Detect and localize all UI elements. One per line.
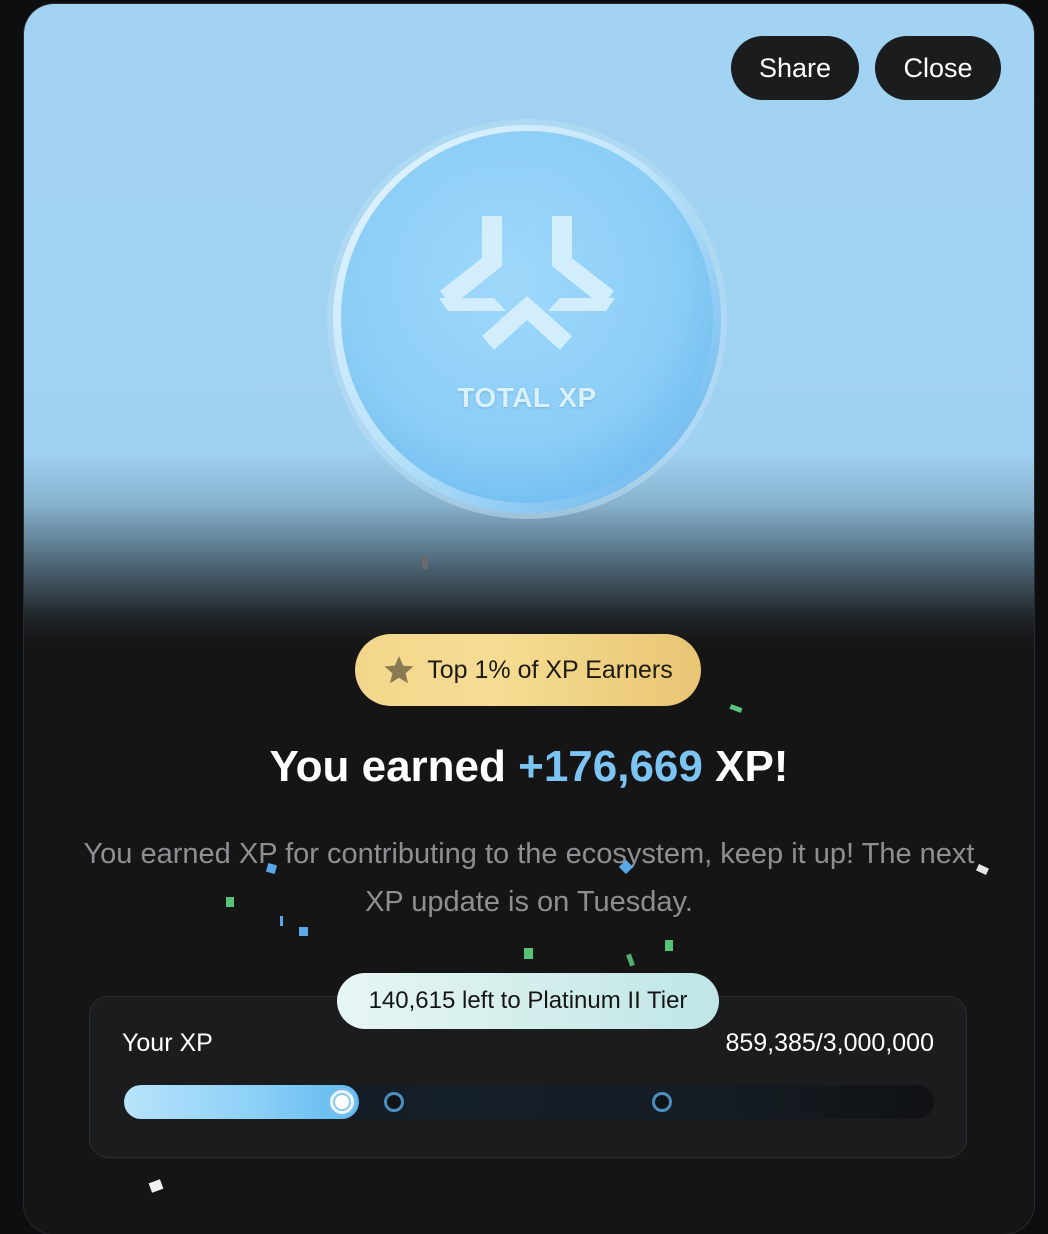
tier-marker <box>384 1092 404 1112</box>
close-button[interactable]: Close <box>875 36 1001 100</box>
earned-headline: You earned +176,669 XP! <box>24 742 1034 792</box>
share-button[interactable]: Share <box>731 36 859 100</box>
xp-value: 859,385/3,000,000 <box>725 1029 934 1057</box>
confetti-piece <box>280 916 283 926</box>
confetti-piece <box>226 897 234 907</box>
xp-description: You earned XP for contributing to the ec… <box>83 838 975 918</box>
confetti-piece <box>626 953 635 967</box>
tier-marker <box>652 1092 672 1112</box>
coin-graphic <box>327 119 727 519</box>
confetti-piece <box>665 940 673 951</box>
star-icon <box>384 656 414 684</box>
your-xp-label: Your XP <box>122 1029 213 1057</box>
confetti-piece <box>729 704 743 713</box>
badge-text: Top 1% of XP Earners <box>427 655 673 684</box>
earned-amount: +176,669 <box>518 742 703 791</box>
confetti-piece <box>422 557 428 569</box>
coin-label: TOTAL XP <box>457 382 597 413</box>
xp-progress-knob <box>328 1088 356 1116</box>
total-xp-coin: TOTAL XP <box>324 116 730 522</box>
xp-modal: Share Close TOTAL XP Top 1% of XP Earner… <box>24 4 1034 1234</box>
confetti-piece <box>148 1179 164 1193</box>
xp-progress-bar <box>124 1085 934 1119</box>
headline-suffix: XP! <box>702 742 789 791</box>
top-earner-badge: Top 1% of XP Earners <box>355 634 701 706</box>
xp-progress-fill <box>124 1085 359 1119</box>
headline-prefix: You earned <box>269 742 519 791</box>
confetti-piece <box>524 948 533 959</box>
tier-remaining-pill: 140,615 left to Platinum II Tier <box>337 973 719 1029</box>
confetti-piece <box>299 927 308 936</box>
hero-banner: Share Close TOTAL XP <box>24 4 1034 644</box>
